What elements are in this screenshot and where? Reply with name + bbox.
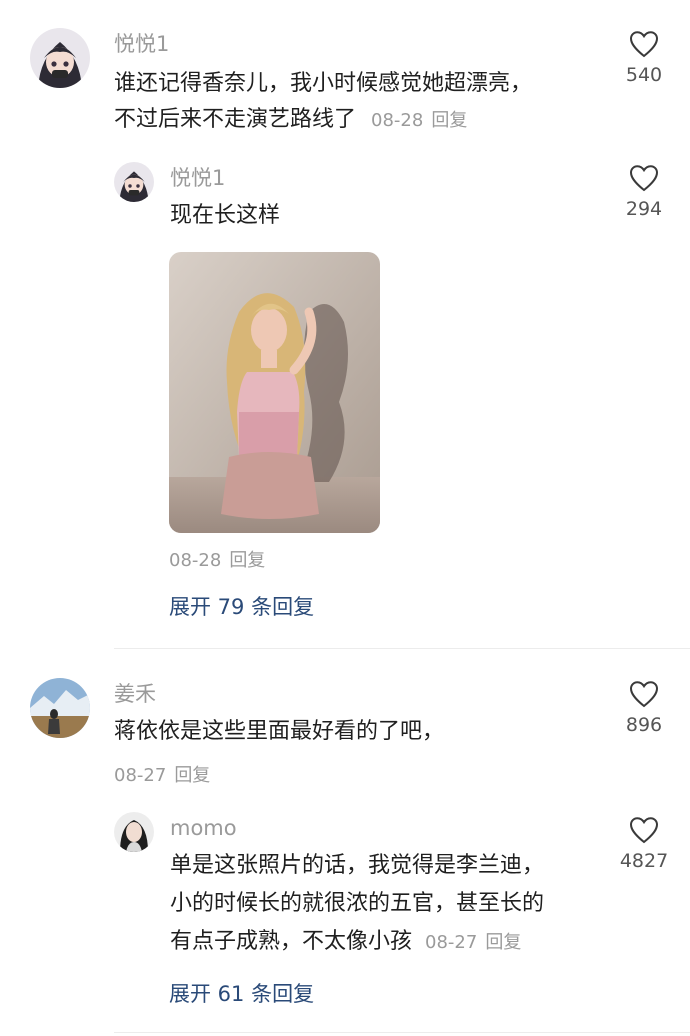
expand-replies-button[interactable]: 展开 61 条回复 <box>169 978 314 1008</box>
heart-outline-icon[interactable] <box>629 816 659 844</box>
like-count: 540 <box>625 64 663 86</box>
avatar[interactable] <box>114 162 154 202</box>
comment-text: 蒋依依是这些里面最好看的了吧， <box>114 719 445 744</box>
reply-text-line: 有点子成熟，不太像小孩 <box>170 929 413 954</box>
expand-replies-button[interactable]: 展开 79 条回复 <box>169 591 314 621</box>
like-button[interactable]: 294 <box>607 164 681 220</box>
reply-text-line: 单是这张照片的话，我觉得是李兰迪， <box>170 853 545 878</box>
avatar[interactable] <box>30 28 90 88</box>
like-count: 294 <box>625 198 663 220</box>
comment-text-line: 不过后来不走演艺路线了 <box>114 107 357 132</box>
comment-username[interactable]: 悦悦1 <box>114 32 169 56</box>
attached-photo[interactable] <box>169 252 380 533</box>
comment-text-line: 不过后来不走演艺路线了 08-28 回复 <box>114 102 467 139</box>
reply-meta: 08-27 回复 <box>425 932 521 953</box>
reply-text: 现在长这样 <box>170 203 281 228</box>
reply-username[interactable]: momo <box>170 816 237 840</box>
like-button[interactable]: 540 <box>607 30 681 86</box>
comment-username[interactable]: 姜禾 <box>114 682 156 706</box>
comment-date: 08-27 <box>114 765 167 786</box>
comment-text-line: 谁还记得香奈儿，我小时候感觉她超漂亮， <box>114 71 533 96</box>
reply-text-line: 小的时候长的就很浓的五官，甚至长的 <box>170 891 545 916</box>
like-button[interactable]: 4827 <box>607 816 681 872</box>
comment-meta: 08-28 回复 <box>371 110 467 131</box>
avatar[interactable] <box>30 678 90 738</box>
reply-button[interactable]: 回复 <box>431 110 467 131</box>
reply-text-line: 有点子成熟，不太像小孩 08-27 回复 <box>170 924 521 961</box>
comment-divider <box>114 1032 690 1033</box>
like-count: 896 <box>625 714 663 736</box>
heart-outline-icon[interactable] <box>629 164 659 192</box>
comment-divider <box>114 648 690 649</box>
reply-date: 08-27 <box>425 932 478 953</box>
reply-button[interactable]: 回复 <box>485 932 521 953</box>
reply-button[interactable]: 回复 <box>229 550 265 571</box>
like-count: 4827 <box>619 850 669 872</box>
reply-date: 08-28 <box>169 550 222 571</box>
comment-date: 08-28 <box>371 110 424 131</box>
like-button[interactable]: 896 <box>607 680 681 736</box>
reply-meta: 08-28 回复 <box>169 546 265 572</box>
heart-outline-icon[interactable] <box>629 680 659 708</box>
reply-username[interactable]: 悦悦1 <box>170 166 225 190</box>
comment-meta: 08-27 回复 <box>114 761 210 787</box>
avatar[interactable] <box>114 812 154 852</box>
heart-outline-icon[interactable] <box>629 30 659 58</box>
reply-button[interactable]: 回复 <box>174 765 210 786</box>
